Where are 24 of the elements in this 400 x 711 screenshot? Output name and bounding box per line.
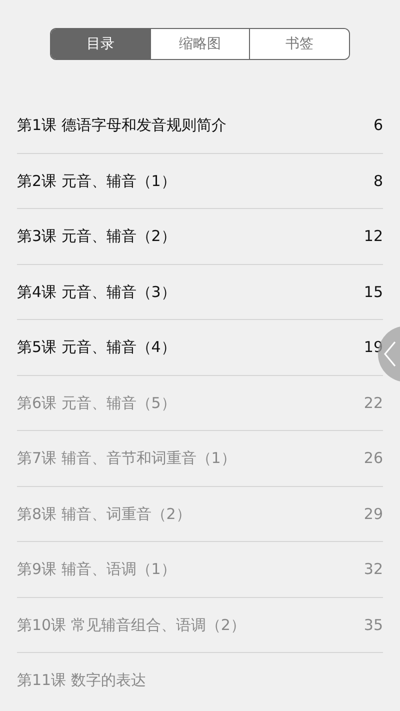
chapter-title[interactable]: 第7课 辅音、音节和词重音（1）	[17, 447, 236, 470]
page-number: 19	[364, 337, 383, 358]
chapter-title[interactable]: 第2课 元音、辅音（1）	[17, 170, 176, 192]
chapter-title[interactable]: 第10课 常见辅音组合、语调（2）	[17, 614, 246, 636]
chapter-title[interactable]: 第11课 数字的表达	[17, 669, 146, 692]
chapter-title[interactable]: 第9课 辅音、语调（1）	[17, 558, 176, 580]
page-number: 22	[364, 392, 383, 414]
page-number: 8	[373, 170, 383, 192]
chapter-title[interactable]: 第5课 元音、辅音（4）	[17, 336, 176, 358]
page-number: 6	[373, 114, 383, 136]
chapter-title[interactable]: 第1课 德语字母和发音规则简介	[17, 114, 226, 136]
page-number: 29	[364, 504, 383, 524]
page-number: 35	[364, 614, 383, 636]
page-number: 15	[364, 282, 383, 302]
chapter-title[interactable]: 第6课 元音、辅音（5）	[17, 392, 176, 414]
chevron-left-icon	[384, 341, 396, 367]
page-number: 26	[364, 448, 383, 469]
tab[interactable]: 目录	[51, 29, 150, 59]
page-number: 12	[364, 226, 383, 247]
tab[interactable]: 书签	[249, 29, 349, 59]
chapter-title[interactable]: 第3课 元音、辅音（2）	[17, 225, 176, 248]
chapter-title[interactable]: 第4课 元音、辅音（3）	[17, 280, 176, 303]
page-number: 32	[364, 559, 383, 580]
chapter-title[interactable]: 第8课 辅音、词重音（2）	[17, 502, 191, 525]
